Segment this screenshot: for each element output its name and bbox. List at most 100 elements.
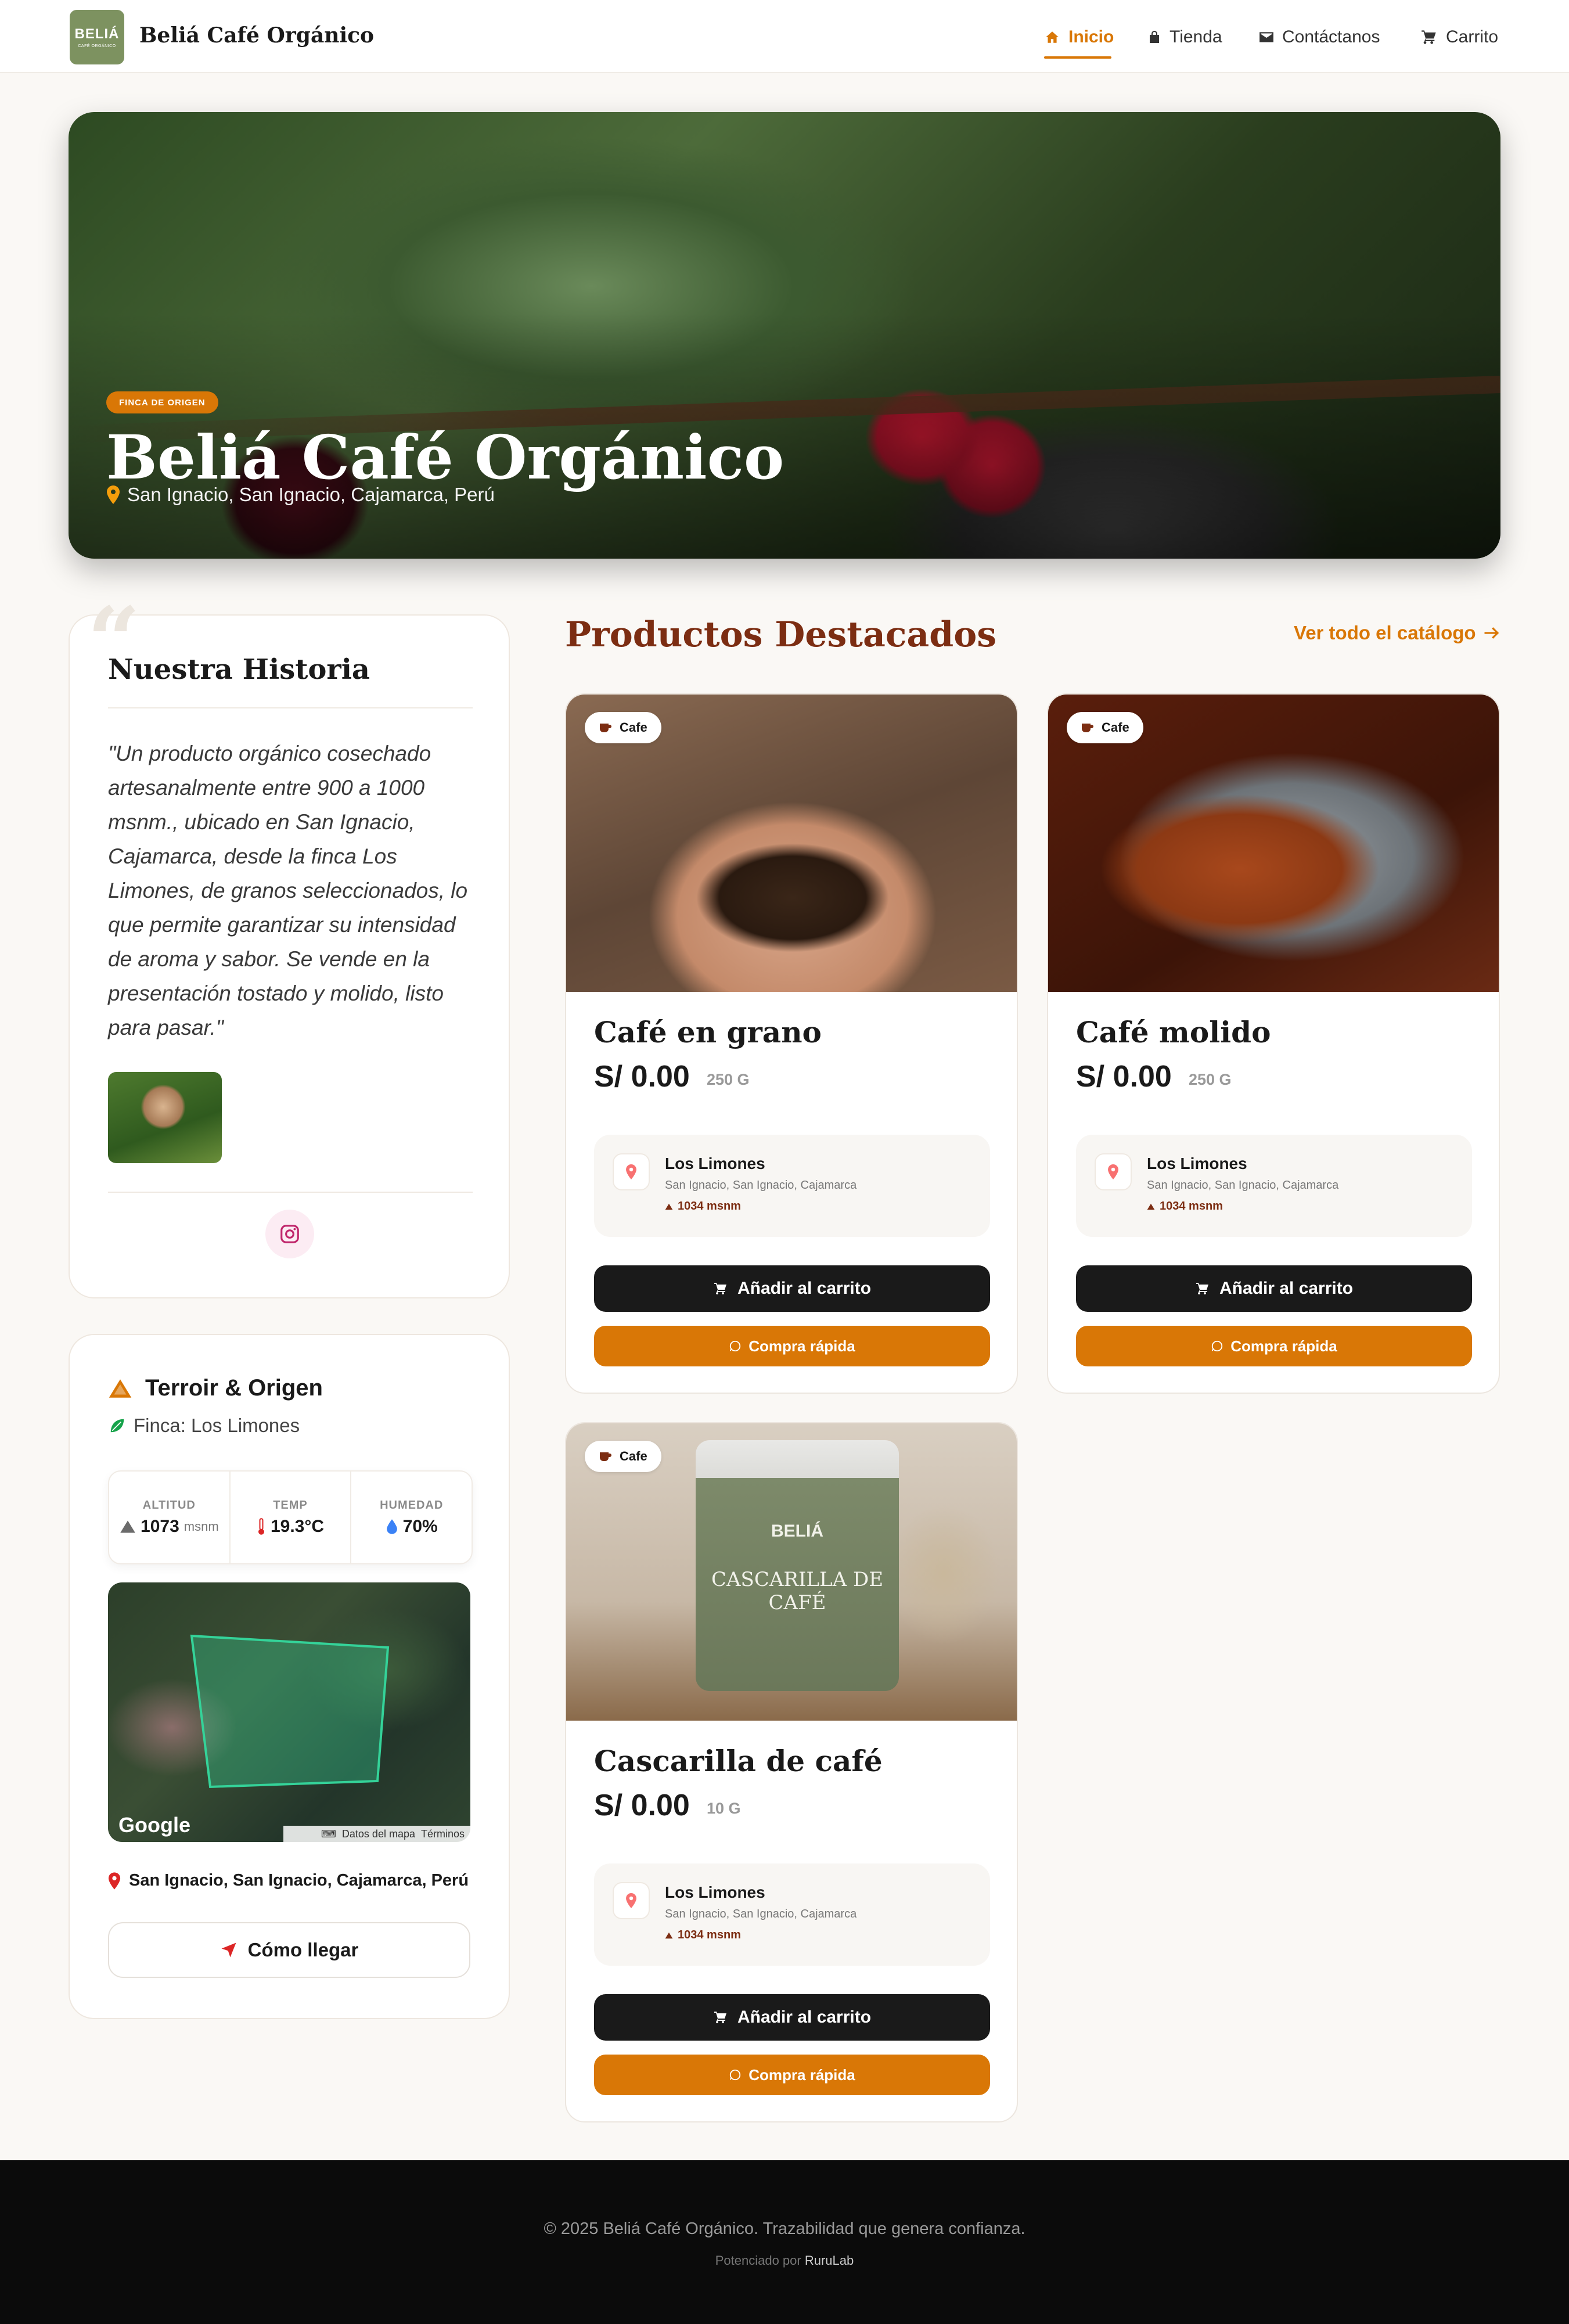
origin-location: San Ignacio, San Ignacio, Cajamarca [1147, 1179, 1339, 1192]
mountain-icon [109, 1379, 132, 1398]
origin-altitude-text: 1034 msnm [678, 1200, 741, 1213]
map-pin-icon [107, 485, 120, 504]
brand-name[interactable]: Beliá Café Orgánico [139, 23, 374, 48]
terroir-address-text: San Ignacio, San Ignacio, Cajamarca, Per… [129, 1871, 469, 1890]
whatsapp-icon [1212, 1340, 1223, 1352]
stat-humidity: HUMEDAD 70% [350, 1472, 472, 1563]
droplet-icon [386, 1519, 397, 1534]
category-label: Cafe [1102, 720, 1129, 735]
origin-pin [613, 1882, 650, 1919]
whatsapp-icon [730, 2069, 741, 2081]
product-price: S/ 0.00 [594, 1789, 690, 1822]
add-to-cart-label: Añadir al carrito [737, 2008, 872, 2027]
product-name[interactable]: Café molido [1076, 1015, 1271, 1049]
divider [108, 707, 473, 708]
directions-button[interactable]: Cómo llegar [108, 1922, 470, 1978]
terroir-title-text: Terroir & Origen [145, 1375, 323, 1401]
quick-buy-button[interactable]: Compra rápida [594, 2055, 990, 2095]
origin-altitude-text: 1034 msnm [678, 1929, 741, 1941]
nav-tienda[interactable]: Tienda [1147, 26, 1222, 49]
origin-farm: Los Limones [1147, 1154, 1247, 1172]
mountain-icon [1147, 1203, 1155, 1210]
nav-carrito[interactable]: Carrito [1420, 26, 1498, 49]
add-to-cart-button[interactable]: Añadir al carrito [594, 1265, 990, 1312]
origin-altitude: 1034 msnm [665, 1929, 741, 1942]
nav-contactanos[interactable]: Contáctanos [1259, 26, 1380, 49]
category-badge: Cafe [585, 1441, 661, 1472]
footer-powered: Potenciado por RuruLab [0, 2253, 1569, 2268]
map-pin-icon [108, 1872, 121, 1890]
featured-title: Productos Destacados [565, 614, 996, 655]
category-label: Cafe [620, 720, 647, 735]
cart-icon [714, 2012, 726, 2024]
stat-value: 19.3°C [270, 1516, 325, 1536]
thermometer-icon [258, 1517, 264, 1535]
product-card[interactable]: Cafe Café molido S/ 0.00 250 G Los Limon… [1047, 693, 1500, 1394]
coffee-cup-icon [600, 1452, 611, 1461]
product-origin: Los Limones San Ignacio, San Ignacio, Ca… [1076, 1135, 1472, 1237]
package-title: CASCARILLA DE CAFÉ [711, 1568, 884, 1614]
instagram-icon [280, 1225, 299, 1243]
coffee-cup-icon [600, 724, 611, 732]
terroir-farm: Finca: Los Limones [108, 1415, 300, 1437]
envelope-icon [1259, 32, 1273, 42]
map-terms-link[interactable]: Términos [421, 1828, 465, 1840]
terroir-title: Terroir & Origen [108, 1375, 323, 1401]
stat-value: 70% [402, 1516, 438, 1536]
product-origin: Los Limones San Ignacio, San Ignacio, Ca… [594, 1863, 990, 1966]
product-price: S/ 0.00 [594, 1060, 690, 1093]
whatsapp-icon [730, 1340, 741, 1352]
farmer-photo[interactable] [108, 1072, 222, 1163]
add-to-cart-button[interactable]: Añadir al carrito [1076, 1265, 1472, 1312]
origin-location: San Ignacio, San Ignacio, Cajamarca [665, 1908, 857, 1920]
product-unit: 250 G [707, 1071, 750, 1088]
farm-boundary-polygon [190, 1634, 390, 1789]
quick-buy-button[interactable]: Compra rápida [1076, 1326, 1472, 1366]
origin-altitude: 1034 msnm [1147, 1200, 1223, 1213]
origin-location: San Ignacio, San Ignacio, Cajamarca [665, 1179, 857, 1192]
catalog-link-text: Ver todo el catálogo [1294, 622, 1476, 643]
powered-by-link[interactable]: RuruLab [805, 2253, 854, 2268]
origin-altitude-text: 1034 msnm [1160, 1200, 1223, 1213]
add-to-cart-label: Añadir al carrito [1219, 1279, 1354, 1298]
story-title: Nuestra Historia [108, 653, 370, 686]
keyboard-icon[interactable]: ⌨ [321, 1828, 336, 1840]
terroir-address: San Ignacio, San Ignacio, Cajamarca, Per… [108, 1871, 469, 1890]
product-unit: 250 G [1189, 1071, 1232, 1088]
product-name[interactable]: Cascarilla de café [594, 1744, 883, 1778]
footer-copyright: © 2025 Beliá Café Orgánico. Trazabilidad… [544, 2219, 1025, 2238]
quick-buy-label: Compra rápida [748, 2066, 855, 2084]
terroir-stats: ALTITUD 1073 msnm TEMP 19.3°C HUMEDAD 70… [108, 1470, 473, 1564]
add-to-cart-button[interactable]: Añadir al carrito [594, 1994, 990, 2041]
powered-prefix: Potenciado por [715, 2253, 801, 2268]
stat-unit: msnm [183, 1519, 219, 1534]
product-package [696, 1440, 899, 1691]
map-pin-icon [626, 1164, 636, 1179]
product-unit: 10 G [707, 1800, 741, 1817]
google-logo: Google [118, 1813, 190, 1837]
stat-value-group: 19.3°C [257, 1517, 324, 1537]
nav-inicio[interactable]: Inicio [1044, 26, 1114, 49]
product-card[interactable]: Cafe Café en grano S/ 0.00 250 G Los Lim… [565, 693, 1018, 1394]
stat-value-group: 1073 msnm [120, 1517, 219, 1537]
brand-logo[interactable]: BELIÁ CAFÉ ORGÁNICO [70, 10, 124, 64]
product-name[interactable]: Café en grano [594, 1015, 822, 1049]
instagram-button[interactable] [265, 1210, 314, 1258]
quick-buy-label: Compra rápida [748, 1337, 855, 1355]
map-attribution: ⌨ Datos del mapa Términos [283, 1826, 470, 1842]
cart-icon [1196, 1283, 1208, 1295]
product-price: S/ 0.00 [1076, 1060, 1172, 1093]
stat-temperature: TEMP 19.3°C [229, 1472, 351, 1563]
nav-label: Carrito [1446, 27, 1499, 46]
coffee-cup-icon [1082, 724, 1093, 732]
quick-buy-button[interactable]: Compra rápida [594, 1326, 990, 1366]
stat-value: 1073 [141, 1516, 179, 1536]
map-data-link[interactable]: Datos del mapa [342, 1828, 415, 1840]
story-text: "Un producto orgánico cosechado artesana… [108, 742, 468, 1039]
catalog-link[interactable]: Ver todo el catálogo [1294, 622, 1500, 644]
stat-label: ALTITUD [142, 1498, 196, 1512]
site-footer [0, 2160, 1569, 2324]
satellite-map[interactable] [108, 1582, 470, 1842]
stat-label: TEMP [273, 1498, 308, 1512]
hero-title: Beliá Café Orgánico [106, 422, 785, 493]
